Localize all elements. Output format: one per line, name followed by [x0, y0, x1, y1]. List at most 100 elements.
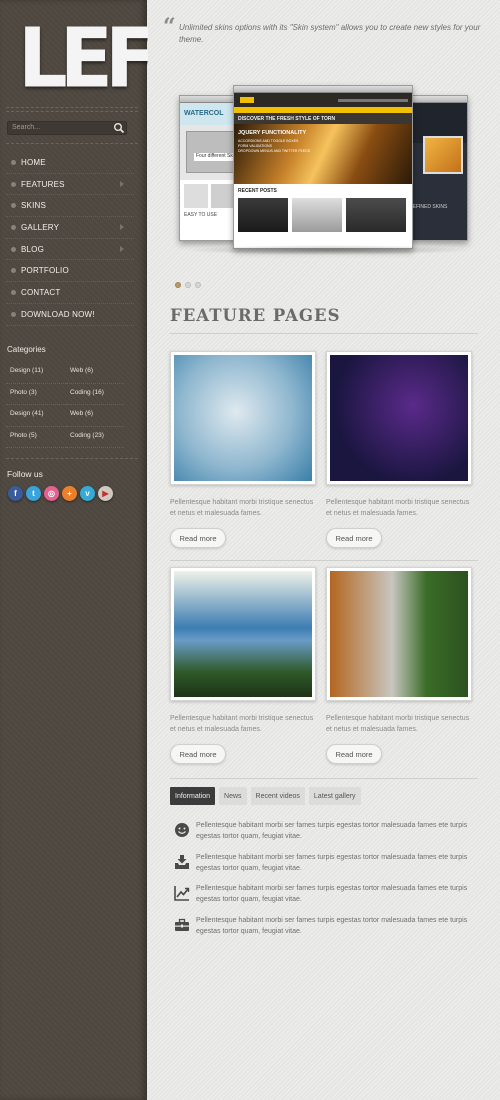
- read-more-button[interactable]: Read more: [326, 528, 382, 548]
- smiley-icon: [175, 823, 189, 837]
- nav-item-skins[interactable]: SKINS: [6, 195, 134, 218]
- feature-card-text: Pellentesque habitant morbi tristique se…: [170, 715, 314, 733]
- slider-dot[interactable]: [195, 282, 201, 288]
- category-link[interactable]: Photo (5): [6, 427, 66, 448]
- tab-recent-videos[interactable]: Recent videos: [250, 787, 305, 805]
- nav-item-label: GALLERY: [21, 222, 60, 232]
- info-text: Pellentesque habitant morbi ser fames tu…: [196, 853, 468, 872]
- info-text: Pellentesque habitant morbi ser fames tu…: [196, 822, 468, 840]
- read-more-button[interactable]: Read more: [326, 744, 382, 764]
- sidebar-divider: [6, 458, 138, 459]
- nav-item-label: CONTACT: [21, 287, 61, 297]
- category-link[interactable]: Photo (3): [6, 384, 66, 405]
- search-input[interactable]: Search...: [7, 121, 127, 135]
- slider-dot[interactable]: [185, 282, 191, 288]
- intro-quote: Unlimited skins options with its "Skin s…: [179, 23, 481, 44]
- nav-item-home[interactable]: HOME: [6, 152, 134, 174]
- info-item: Pellentesque habitant morbi ser fames tu…: [174, 852, 474, 884]
- nav-item-portfolio[interactable]: PORTFOLIO: [6, 260, 134, 283]
- category-link[interactable]: Web (6): [66, 362, 124, 384]
- nav-item-label: DOWNLOAD NOW!: [21, 309, 95, 319]
- category-link[interactable]: Coding (23): [66, 427, 124, 448]
- nav-item-gallery[interactable]: GALLERY: [6, 217, 134, 239]
- categories-list: Design (11) Web (6) Photo (3) Coding (16…: [6, 362, 124, 448]
- tab-latest-gallery[interactable]: Latest gallery: [308, 787, 361, 805]
- submenu-arrow-icon: [120, 245, 124, 252]
- feature-card-text: Pellentesque habitant morbi tristique se…: [170, 499, 314, 517]
- category-link[interactable]: Web (6): [66, 405, 124, 427]
- bullet-icon: [11, 181, 16, 187]
- search-icon[interactable]: [112, 121, 126, 135]
- feature-card-image[interactable]: [326, 567, 472, 701]
- nav-item-label: HOME: [21, 157, 46, 167]
- info-item: Pellentesque habitant morbi ser fames tu…: [174, 915, 474, 947]
- follow-title: Follow us: [7, 469, 43, 479]
- quote-icon: “: [163, 14, 176, 40]
- sidebar-divider: [6, 143, 138, 144]
- nav-item-label: SKINS: [21, 201, 47, 211]
- slide-right-tagline: REFINED SKINS: [409, 204, 448, 210]
- sidebar-divider: [6, 111, 138, 112]
- slide-center-feature-line: DROPDOWN MENUS AND TWITTER FEEDS: [238, 149, 311, 153]
- site-logo[interactable]: LEFT: [18, 18, 203, 100]
- categories-title: Categories: [7, 345, 46, 354]
- sidebar: LEFT Search... HOME FEATURES SKINS GALLE…: [0, 0, 203, 1100]
- nav-item-download[interactable]: DOWNLOAD NOW!: [6, 304, 134, 326]
- slide-screenshot-center[interactable]: DISCOVER THE FRESH STYLE OF TORN JQUERY …: [233, 85, 413, 249]
- bullet-icon: [11, 311, 16, 317]
- category-link[interactable]: Design (11): [6, 362, 66, 384]
- nav-item-contact[interactable]: CONTACT: [6, 282, 134, 304]
- nav-item-label: BLOG: [21, 244, 45, 254]
- slide-center-feature-line: FORM VALIDATIONS: [238, 144, 272, 148]
- twitter-icon[interactable]: t: [26, 486, 41, 501]
- section-title: FEATURE PAGES: [170, 306, 341, 325]
- submenu-arrow-icon: [120, 180, 124, 187]
- facebook-icon[interactable]: f: [8, 486, 23, 501]
- slider-dot[interactable]: [175, 282, 181, 288]
- youtube-icon[interactable]: ▶: [98, 486, 113, 501]
- info-tabs: Information News Recent videos Latest ga…: [170, 787, 361, 805]
- feature-card-text: Pellentesque habitant morbi tristique se…: [326, 499, 470, 517]
- submenu-arrow-icon: [120, 224, 124, 231]
- nav-item-blog[interactable]: BLOG: [6, 239, 134, 261]
- google-plus-icon[interactable]: +: [62, 486, 77, 501]
- main-content: “ Unlimited skins options with its "Skin…: [148, 0, 500, 1100]
- main-nav: HOME FEATURES SKINS GALLERY BLOG PORTFOL…: [0, 152, 140, 326]
- nav-item-label: PORTFOLIO: [21, 266, 69, 276]
- read-more-button[interactable]: Read more: [170, 528, 226, 548]
- section-divider: [170, 778, 478, 779]
- info-text: Pellentesque habitant morbi ser fames tu…: [196, 916, 468, 935]
- slide-center-feature-title: JQUERY FUNCTIONALITY: [238, 130, 307, 136]
- slide-center-recent: RECENT POSTS: [238, 188, 277, 194]
- vimeo-icon[interactable]: v: [80, 486, 95, 501]
- feature-card-image[interactable]: [326, 351, 472, 485]
- slider-pagination: [175, 282, 201, 288]
- read-more-button[interactable]: Read more: [170, 744, 226, 764]
- slider-shadow: [183, 245, 473, 255]
- feature-card-image[interactable]: [170, 351, 316, 485]
- nav-item-features[interactable]: FEATURES: [6, 174, 134, 196]
- category-link[interactable]: Design (41): [6, 405, 66, 427]
- info-text: Pellentesque habitant morbi ser fames tu…: [196, 885, 468, 903]
- tab-information[interactable]: Information: [170, 787, 216, 805]
- nav-item-label: FEATURES: [21, 179, 65, 189]
- slide-center-feature-line: ACCORDIONS AND TOGGLE BOXES: [238, 139, 299, 143]
- info-item: Pellentesque habitant morbi ser fames tu…: [174, 883, 474, 915]
- toolbox-icon: [175, 918, 189, 931]
- slide-center-headline: DISCOVER THE FRESH STYLE OF TORN: [234, 113, 412, 124]
- bullet-icon: [11, 289, 16, 295]
- feature-card-text: Pellentesque habitant morbi tristique se…: [326, 715, 470, 733]
- category-link[interactable]: Coding (16): [66, 384, 124, 405]
- bullet-icon: [11, 224, 16, 230]
- info-item: Pellentesque habitant morbi ser fames tu…: [174, 820, 474, 852]
- feature-card-image[interactable]: [170, 567, 316, 701]
- bullet-icon: [11, 159, 16, 165]
- tab-news[interactable]: News: [219, 787, 247, 805]
- bullet-icon: [11, 246, 16, 252]
- bullet-icon: [11, 268, 16, 274]
- section-divider: [170, 333, 478, 334]
- dribbble-icon[interactable]: ◎: [44, 486, 59, 501]
- section-divider: [170, 560, 478, 561]
- sidebar-divider: [6, 107, 138, 108]
- info-list: Pellentesque habitant morbi ser fames tu…: [174, 820, 474, 946]
